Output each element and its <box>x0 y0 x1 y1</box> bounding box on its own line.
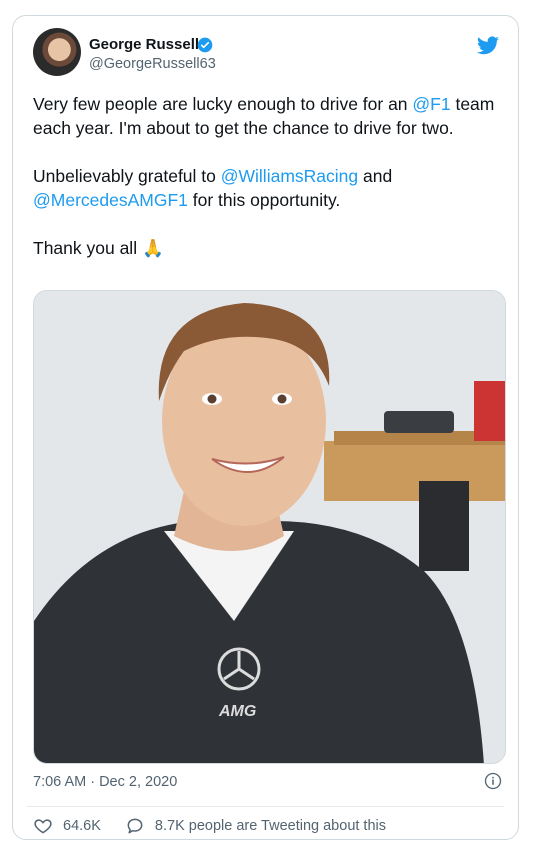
twitter-logo-icon[interactable] <box>476 34 500 58</box>
tweet-text-segment: Very few people are lucky enough to driv… <box>33 94 413 114</box>
speech-bubble-icon <box>127 818 143 834</box>
author-handle[interactable]: @GeorgeRussell63 <box>89 56 216 72</box>
tweet-paragraph-1: Very few people are lucky enough to driv… <box>33 92 503 140</box>
tweet-timestamp[interactable]: 7:06 AM · Dec 2, 2020 <box>33 774 177 790</box>
tweet-text-segment: Unbelievably grateful to <box>33 166 221 186</box>
verified-badge-icon <box>197 37 213 53</box>
tweet-paragraph-3: Thank you all 🙏 <box>33 238 164 258</box>
tweet-photo[interactable]: AMG <box>33 290 506 764</box>
mention-mercedes-link[interactable]: @MercedesAMGF1 <box>33 190 188 210</box>
mention-williams-link[interactable]: @WilliamsRacing <box>221 166 358 186</box>
tweet-text-segment: and <box>358 166 393 186</box>
tweeting-about-label: 8.7K people are Tweeting about this <box>154 818 386 834</box>
info-icon[interactable] <box>484 772 502 790</box>
tweet-paragraph-2: Unbelievably grateful to @WilliamsRacing… <box>33 164 503 212</box>
selfie-photo: AMG <box>34 291 505 763</box>
heart-icon <box>34 819 52 834</box>
svg-text:AMG: AMG <box>218 703 256 720</box>
mention-f1-link[interactable]: @F1 <box>412 94 450 114</box>
author-name[interactable]: George Russell <box>89 36 199 53</box>
divider <box>27 806 504 807</box>
tweeting-about-link[interactable]: 8.7K people are Tweeting about this <box>125 816 386 836</box>
tweet-actions: 64.6K 8.7K people are Tweeting about thi… <box>33 816 410 836</box>
like-count: 64.6K <box>63 818 101 834</box>
avatar[interactable] <box>33 28 81 76</box>
like-button[interactable]: 64.6K <box>33 816 101 836</box>
tweet-text: Very few people are lucky enough to driv… <box>33 92 503 284</box>
tweet-text-segment: for this opportunity. <box>187 190 341 210</box>
tweet-card: George Russell @GeorgeRussell63 Very few… <box>12 15 519 840</box>
